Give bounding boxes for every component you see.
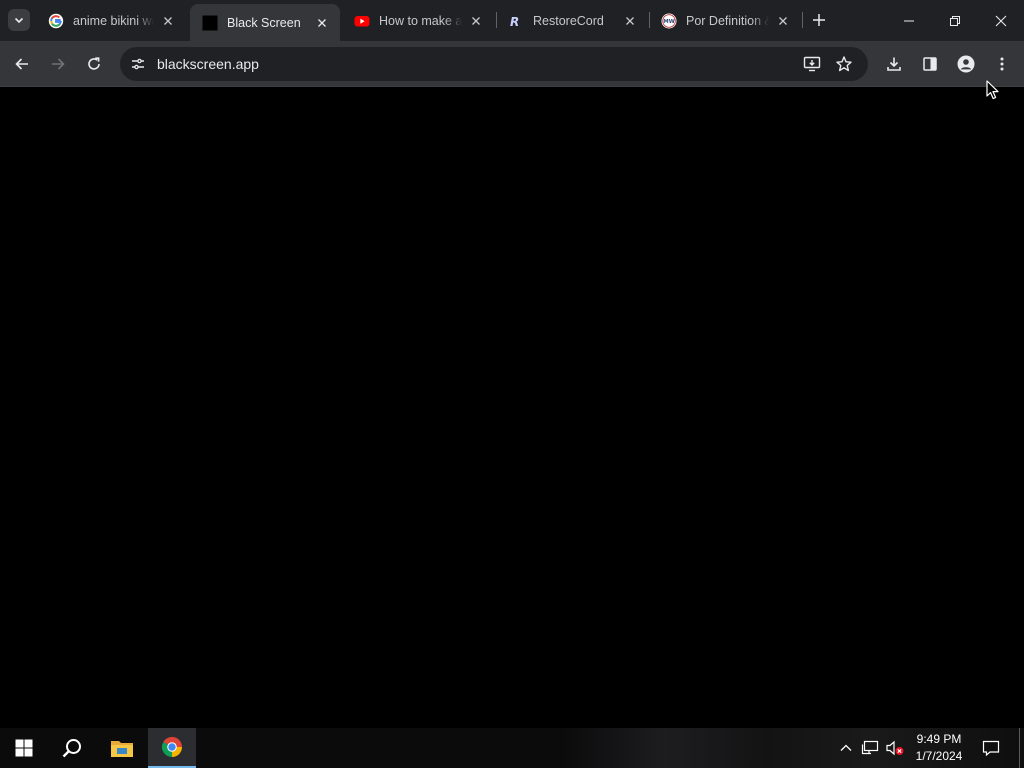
side-panel-button[interactable] xyxy=(916,50,944,78)
tab-black-screen[interactable]: Black Screen xyxy=(190,4,340,41)
site-settings-icon[interactable] xyxy=(128,54,148,74)
chevron-down-icon xyxy=(14,17,24,24)
tab-search-button[interactable] xyxy=(8,9,30,31)
tab-restorecord[interactable]: R RestoreCord xyxy=(496,4,648,37)
windows-logo-icon xyxy=(15,739,33,757)
tab-title: anime bikini wa xyxy=(73,13,154,28)
notification-icon xyxy=(982,740,1000,757)
network-icon[interactable] xyxy=(860,738,880,758)
close-icon xyxy=(472,16,480,25)
downloads-button[interactable] xyxy=(880,50,908,78)
merriam-webster-icon: MW xyxy=(661,13,677,29)
close-icon xyxy=(164,16,172,25)
clock-time: 9:49 PM xyxy=(916,732,962,746)
install-app-icon[interactable] xyxy=(802,54,822,74)
plus-icon xyxy=(813,14,825,26)
google-icon xyxy=(48,13,64,29)
volume-muted-icon[interactable] xyxy=(885,738,905,758)
action-center-button[interactable] xyxy=(981,738,1001,758)
reload-button[interactable] xyxy=(80,50,108,78)
restore-button[interactable] xyxy=(932,0,978,41)
close-icon xyxy=(779,16,787,25)
tab-merriam-webster[interactable]: MW Por Definition & xyxy=(649,4,801,37)
restore-icon xyxy=(950,15,960,26)
tab-title: RestoreCord xyxy=(533,13,604,28)
arrow-right-icon xyxy=(52,58,65,70)
clock-date: 1/7/2024 xyxy=(915,749,963,763)
chrome-icon xyxy=(161,736,183,758)
tab-youtube[interactable]: How to make a xyxy=(342,4,494,37)
show-desktop-button[interactable] xyxy=(1019,728,1020,768)
tab-title: Black Screen xyxy=(227,15,301,30)
close-window-button[interactable] xyxy=(978,0,1024,41)
download-icon xyxy=(887,57,901,71)
profile-button[interactable] xyxy=(952,50,980,78)
folder-icon xyxy=(111,741,133,757)
search-icon xyxy=(62,739,81,758)
start-button[interactable] xyxy=(0,728,48,768)
page-content-black-screen[interactable] xyxy=(0,87,1024,728)
browser-toolbar: blackscreen.app xyxy=(0,41,1024,87)
side-panel-icon xyxy=(923,57,937,71)
close-icon xyxy=(318,18,326,27)
close-tab-button[interactable] xyxy=(160,13,176,29)
show-hidden-icons-button[interactable] xyxy=(836,738,856,758)
url-text[interactable]: blackscreen.app xyxy=(157,56,259,72)
black-square-icon xyxy=(202,15,218,31)
tab-separator xyxy=(802,12,803,28)
restorecord-icon: R xyxy=(508,13,524,29)
back-button[interactable] xyxy=(8,50,36,78)
new-tab-button[interactable] xyxy=(810,11,828,29)
search-button[interactable] xyxy=(48,728,96,768)
close-tab-button[interactable] xyxy=(622,13,638,29)
close-tab-button[interactable] xyxy=(775,13,791,29)
close-icon xyxy=(626,16,634,25)
tab-google-search[interactable]: anime bikini wa xyxy=(36,4,186,37)
forward-button[interactable] xyxy=(44,50,72,78)
chevron-up-icon xyxy=(840,744,852,751)
tab-strip: anime bikini wa Black Screen How to make… xyxy=(0,0,1024,41)
svg-text:MW: MW xyxy=(663,19,675,25)
windows-taskbar: 9:49 PM 1/7/2024 xyxy=(0,728,1024,768)
profile-icon xyxy=(957,55,975,73)
close-tab-button[interactable] xyxy=(314,15,330,31)
tab-title: How to make a xyxy=(379,13,462,28)
tab-title: Por Definition & xyxy=(686,13,769,28)
reload-icon xyxy=(88,57,100,70)
mouse-cursor-icon xyxy=(986,80,999,100)
close-tab-button[interactable] xyxy=(468,13,484,29)
chrome-menu-button[interactable] xyxy=(988,50,1016,78)
more-vertical-icon xyxy=(1000,57,1004,71)
close-icon xyxy=(995,15,1007,26)
svg-text:R: R xyxy=(510,15,519,29)
minimize-button[interactable] xyxy=(886,0,932,41)
bookmark-star-icon[interactable] xyxy=(834,54,854,74)
minimize-icon xyxy=(904,20,914,21)
system-clock[interactable]: 9:49 PM 1/7/2024 xyxy=(908,731,970,765)
chrome-taskbar-button[interactable] xyxy=(148,728,196,768)
youtube-icon xyxy=(354,13,370,29)
arrow-left-icon xyxy=(15,58,28,70)
address-bar[interactable]: blackscreen.app xyxy=(120,47,868,81)
file-explorer-button[interactable] xyxy=(98,728,146,768)
